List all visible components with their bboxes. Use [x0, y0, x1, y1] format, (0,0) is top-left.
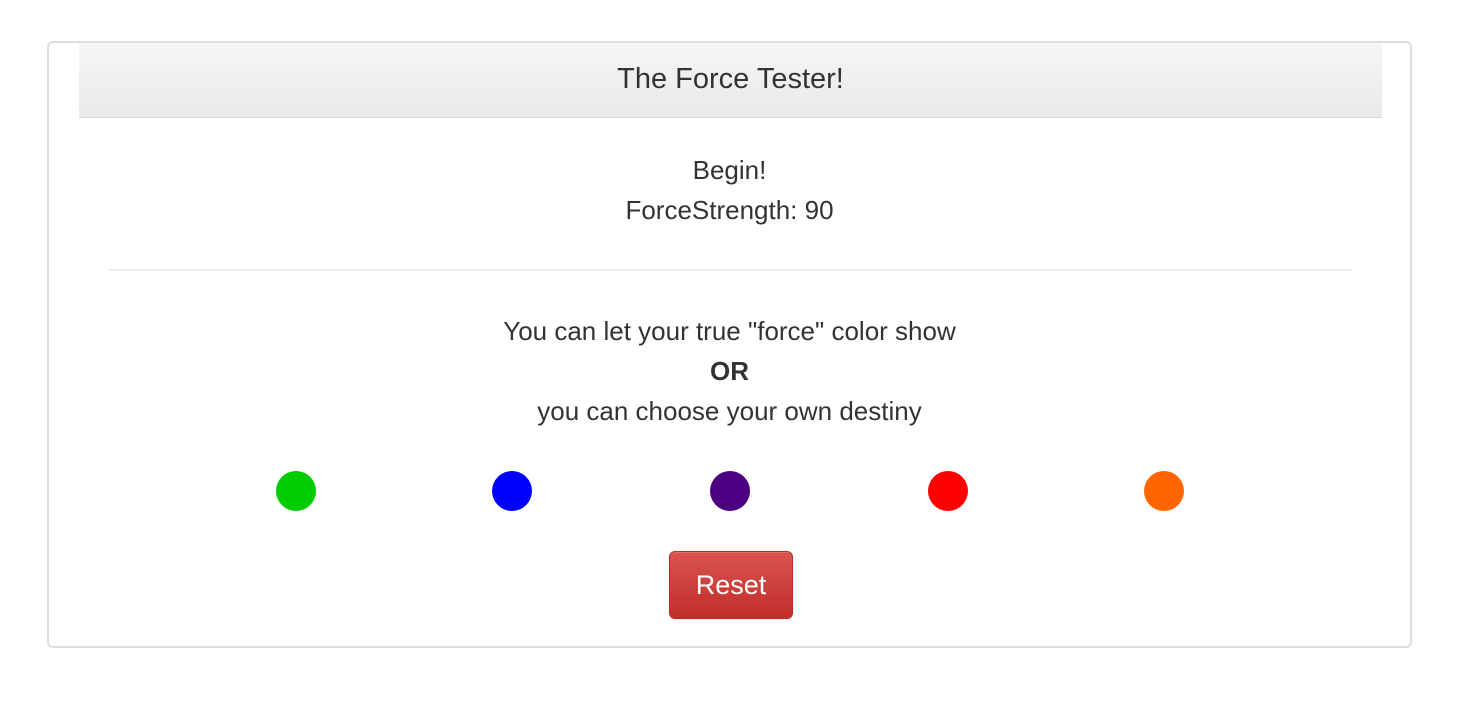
panel-heading: The Force Tester! — [79, 43, 1382, 118]
color-swatch-green[interactable] — [276, 471, 316, 511]
color-swatch-orange[interactable] — [1144, 471, 1184, 511]
prompt-line-1: You can let your true "force" color show — [503, 316, 956, 346]
page-title: The Force Tester! — [617, 62, 844, 95]
color-swatch-blue[interactable] — [492, 471, 532, 511]
force-strength-readout: ForceStrength: 90 — [625, 195, 834, 225]
divider — [109, 269, 1352, 271]
color-swatch-purple[interactable] — [710, 471, 750, 511]
status-message: Begin! — [692, 155, 767, 185]
force-tester-panel: The Force Tester! Begin! ForceStrength: … — [47, 41, 1412, 648]
prompt-or: OR — [710, 356, 749, 386]
prompt-line-2: you can choose your own destiny — [537, 396, 922, 426]
color-swatch-red[interactable] — [928, 471, 968, 511]
reset-button[interactable]: Reset — [669, 551, 793, 619]
